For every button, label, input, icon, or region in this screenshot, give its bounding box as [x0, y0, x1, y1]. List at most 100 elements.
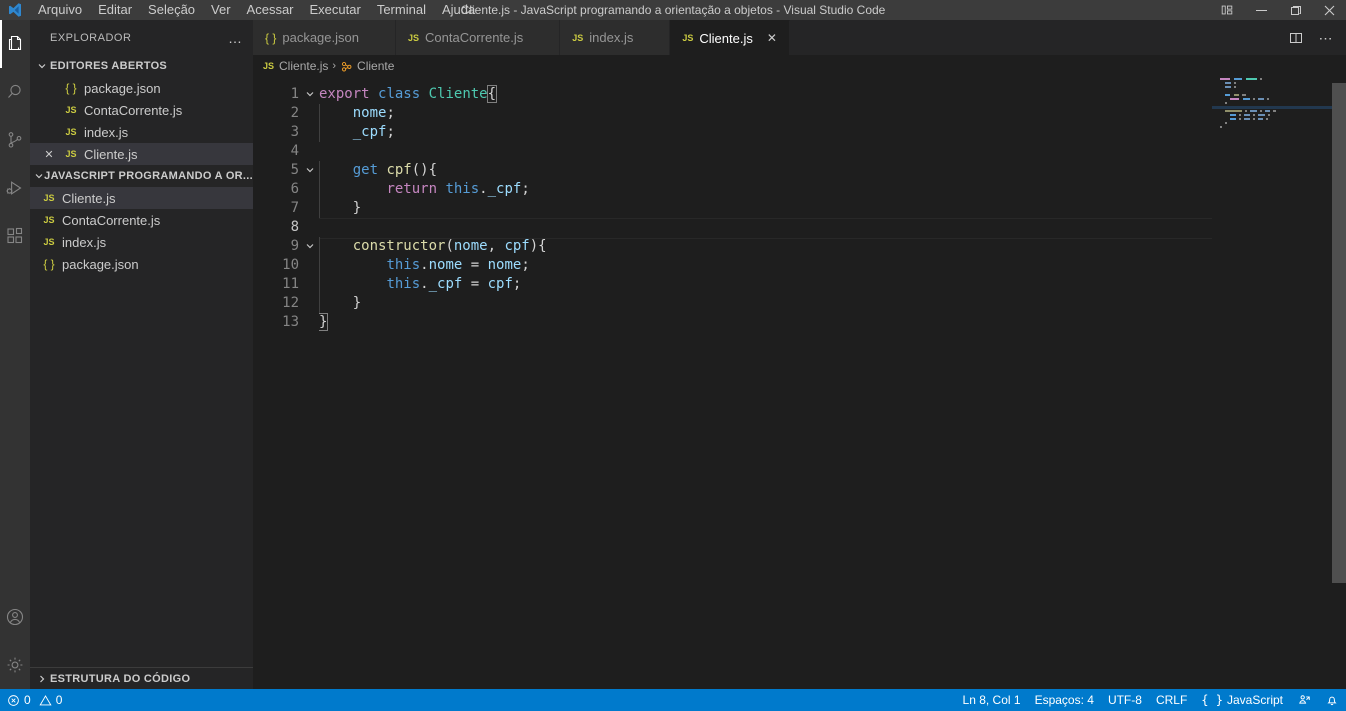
account-icon[interactable]	[0, 593, 30, 641]
tree-file-contacorrente[interactable]: JS ContaCorrente.js	[30, 209, 253, 231]
warning-triangle-icon	[39, 694, 52, 707]
code-line[interactable]: constructor(nome, cpf){	[319, 237, 1346, 256]
status-indentation[interactable]: Espaços: 4	[1028, 689, 1101, 711]
status-notifications[interactable]	[1318, 689, 1346, 711]
minimap-token	[1250, 110, 1257, 112]
tab-contacorrente-js[interactable]: JS ContaCorrente.js ✕	[395, 20, 561, 55]
fold-chevron-icon[interactable]	[301, 161, 319, 180]
minimap-token	[1234, 82, 1237, 84]
split-editor-icon[interactable]	[1286, 28, 1306, 48]
chevron-down-icon	[34, 171, 44, 181]
menu-item-ajuda[interactable]: Ajuda	[434, 0, 483, 20]
status-encoding[interactable]: UTF-8	[1101, 689, 1149, 711]
code-line[interactable]: _cpf;	[319, 123, 1346, 142]
menu-item-ver[interactable]: Ver	[203, 0, 239, 20]
tree-file-package[interactable]: { } package.json	[30, 253, 253, 275]
open-editor-item[interactable]: JS ContaCorrente.js	[30, 99, 253, 121]
more-actions-icon[interactable]: ⋯	[1316, 28, 1336, 48]
status-problems[interactable]: 0 0	[0, 689, 69, 711]
explorer-icon[interactable]	[0, 20, 30, 68]
menu-item-acessar[interactable]: Acessar	[239, 0, 302, 20]
minimap-token	[1253, 114, 1256, 116]
extensions-icon[interactable]	[0, 212, 30, 260]
code-line[interactable]: return this._cpf;	[319, 180, 1346, 199]
minimap-token	[1224, 94, 1230, 96]
status-live-share[interactable]	[1290, 689, 1318, 711]
fold-blank	[301, 199, 319, 218]
section-open-editors-label: EDITORES ABERTOS	[50, 60, 168, 72]
js-file-icon: JS	[263, 61, 275, 71]
status-cursor-position[interactable]: Ln 8, Col 1	[956, 689, 1028, 711]
breadcrumb-file[interactable]: JS Cliente.js	[263, 59, 328, 73]
settings-gear-icon[interactable]	[0, 641, 30, 689]
menu-item-executar[interactable]: Executar	[302, 0, 369, 20]
section-project[interactable]: JAVASCRIPT PROGRAMANDO A OR...	[30, 165, 253, 187]
search-icon[interactable]	[0, 68, 30, 116]
minimap-current-line	[1212, 106, 1332, 109]
fold-blank	[301, 104, 319, 123]
tree-file-cliente[interactable]: JS Cliente.js	[30, 187, 253, 209]
code-line[interactable]	[319, 142, 1346, 161]
code-token: =	[462, 257, 488, 273]
fold-chevron-icon[interactable]	[301, 237, 319, 256]
code-line[interactable]: this.nome = nome;	[319, 256, 1346, 275]
code-content[interactable]: export class Cliente{ nome; _cpf; get cp…	[319, 77, 1346, 689]
tab-package-json[interactable]: { } package.json ✕	[253, 20, 396, 55]
code-token: nome	[453, 238, 488, 254]
fold-gutter[interactable]	[301, 77, 319, 689]
section-open-editors[interactable]: EDITORES ABERTOS	[30, 55, 253, 77]
minimap[interactable]	[1212, 77, 1332, 689]
code-line[interactable]: }	[319, 313, 1346, 332]
minimap-token	[1267, 98, 1270, 100]
minimap-token	[1252, 98, 1255, 100]
sidebar-title-label: EXPLORADOR	[50, 31, 132, 44]
code-editor[interactable]: 1 2 3 4 5 6 7 8 9 10 11 12 13 export class Cliente{ …	[253, 77, 1346, 689]
project-file-tree: JS Cliente.js JS ContaCorrente.js JS ind…	[30, 187, 253, 275]
open-editors-list: { } package.json JS ContaCorrente.js JS …	[30, 77, 253, 165]
code-line[interactable]: nome;	[319, 104, 1346, 123]
editor-vertical-scrollbar[interactable]	[1332, 77, 1346, 689]
tree-file-index[interactable]: JS index.js	[30, 231, 253, 253]
tab-close-icon[interactable]: ✕	[765, 31, 779, 45]
minimize-icon[interactable]	[1244, 0, 1278, 20]
fold-blank	[301, 256, 319, 275]
tab-index-js[interactable]: JS index.js ✕	[560, 20, 671, 55]
code-line[interactable]	[319, 218, 1346, 239]
code-token: }	[319, 313, 329, 331]
menu-item-selecao[interactable]: Seleção	[140, 0, 203, 20]
minimap-token	[1229, 114, 1236, 116]
sidebar-more-actions-icon[interactable]: …	[228, 31, 243, 45]
open-editor-item-active[interactable]: ✕ JS Cliente.js	[30, 143, 253, 165]
open-editor-item[interactable]: { } package.json	[30, 77, 253, 99]
customize-layout-icon[interactable]	[1210, 0, 1244, 20]
open-editor-item[interactable]: JS index.js	[30, 121, 253, 143]
live-share-icon	[1297, 693, 1311, 707]
code-line[interactable]: }	[319, 199, 1346, 218]
scrollbar-thumb[interactable]	[1332, 83, 1346, 583]
code-line[interactable]: get cpf(){	[319, 161, 1346, 180]
section-outline[interactable]: ESTRUTURA DO CÓDIGO	[30, 667, 253, 689]
window-controls	[1210, 0, 1346, 20]
menu-item-arquivo[interactable]: Arquivo	[30, 0, 90, 20]
breadcrumb-file-label: Cliente.js	[279, 59, 329, 73]
maximize-icon[interactable]	[1278, 0, 1312, 20]
run-debug-icon[interactable]	[0, 164, 30, 212]
close-icon[interactable]: ✕	[38, 148, 60, 161]
js-file-icon: JS	[407, 32, 419, 43]
menu-item-terminal[interactable]: Terminal	[369, 0, 434, 20]
status-language-mode[interactable]: { } JavaScript	[1194, 689, 1290, 711]
code-token	[319, 181, 386, 197]
code-line[interactable]: this._cpf = cpf;	[319, 275, 1346, 294]
source-control-icon[interactable]	[0, 116, 30, 164]
line-number: 2	[290, 105, 299, 121]
code-token: this	[386, 276, 421, 292]
menu-item-editar[interactable]: Editar	[90, 0, 140, 20]
code-line[interactable]: export class Cliente{	[319, 85, 1346, 104]
code-line[interactable]: }	[319, 294, 1346, 313]
line-number: 12	[282, 295, 299, 311]
close-icon[interactable]	[1312, 0, 1346, 20]
status-eol[interactable]: CRLF	[1149, 689, 1194, 711]
fold-chevron-icon[interactable]	[301, 85, 319, 104]
breadcrumb-symbol[interactable]: Cliente	[340, 59, 394, 73]
tab-cliente-js[interactable]: JS Cliente.js ✕	[670, 20, 790, 55]
